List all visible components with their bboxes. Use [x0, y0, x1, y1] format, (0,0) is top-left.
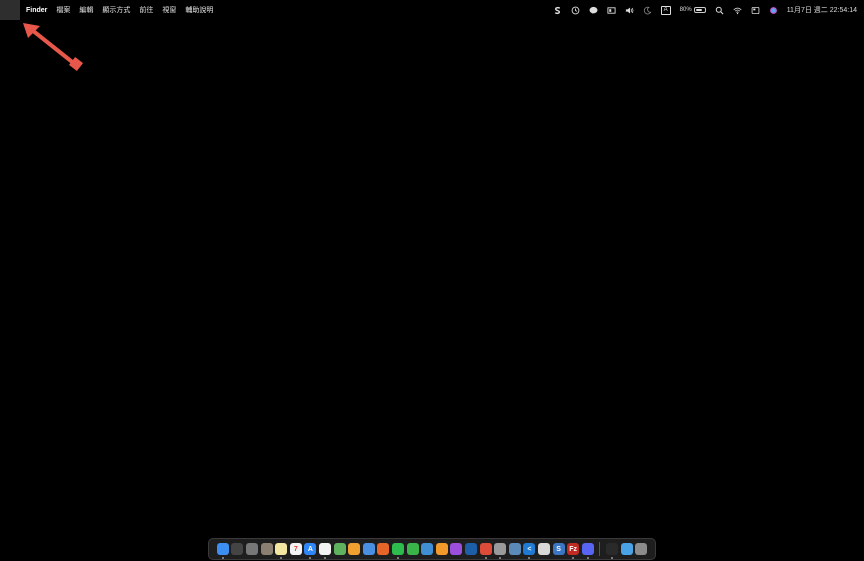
running-indicator — [324, 557, 327, 559]
input-source-icon[interactable]: A — [660, 0, 671, 20]
menu-bar: Finder 檔案 編輯 顯示方式 前往 視窗 輔助說明 A 80% 11月7日… — [0, 0, 864, 20]
menu-edit[interactable]: 編輯 — [79, 5, 93, 15]
dock-separator — [599, 542, 601, 556]
volume-icon[interactable] — [625, 0, 634, 20]
firefox-icon[interactable] — [377, 543, 390, 555]
menu-view[interactable]: 顯示方式 — [102, 5, 130, 15]
downloads-folder-icon[interactable] — [620, 543, 633, 555]
status-bar: A 80% 11月7日 週二 22:54:14 — [553, 0, 857, 20]
running-indicator — [610, 557, 613, 559]
screen-mirroring-icon[interactable] — [607, 0, 616, 20]
running-indicator — [221, 557, 224, 559]
trash-icon[interactable] — [635, 543, 648, 555]
keynote-icon[interactable] — [421, 543, 434, 555]
running-indicator — [280, 557, 283, 559]
xcode-icon[interactable] — [464, 543, 477, 555]
github-icon[interactable] — [537, 543, 550, 555]
running-indicator — [586, 557, 589, 559]
dock-extras — [605, 543, 648, 559]
running-indicator — [397, 557, 400, 559]
battery-percent: 80% — [679, 7, 692, 13]
reminders-icon[interactable] — [319, 543, 332, 559]
podcasts-icon[interactable] — [450, 543, 463, 555]
photos-icon[interactable] — [348, 543, 361, 555]
filezilla-glyph: Fz — [569, 545, 578, 553]
discord-icon[interactable] — [581, 543, 594, 559]
calendar-glyph: 7 — [293, 545, 298, 553]
numbers-icon[interactable] — [406, 543, 419, 555]
running-indicator — [499, 557, 502, 559]
photos-grid-icon[interactable] — [260, 543, 273, 555]
running-indicator — [309, 557, 312, 559]
chrome-icon[interactable] — [479, 543, 492, 559]
line-status-icon[interactable] — [589, 0, 598, 20]
control-center-icon[interactable] — [751, 0, 760, 20]
scrivener-icon[interactable]: S — [552, 543, 565, 555]
wifi-icon[interactable] — [733, 0, 742, 20]
launchpad-icon[interactable] — [246, 543, 259, 555]
app-menus: Finder 檔案 編輯 顯示方式 前往 視窗 輔助說明 — [26, 5, 222, 15]
vscode-glyph: < — [527, 545, 532, 553]
dock: 7 A < S Fz — [208, 538, 656, 560]
mission-control-icon[interactable] — [231, 543, 244, 555]
battery-level-fill — [695, 9, 703, 11]
menu-file[interactable]: 檔案 — [56, 5, 70, 15]
finder-icon[interactable] — [216, 543, 229, 559]
battery-icon — [693, 7, 706, 13]
calendar-icon[interactable]: 7 — [289, 543, 302, 555]
battery-status[interactable]: 80% — [680, 7, 706, 13]
input-source-label: A — [660, 5, 671, 15]
dock-apps: 7 A < S Fz — [216, 543, 594, 559]
terminal-icon[interactable] — [605, 543, 618, 559]
annotation-arrow-icon — [20, 20, 90, 78]
running-indicator — [572, 557, 575, 559]
line-icon[interactable] — [392, 543, 405, 559]
notes-icon[interactable] — [275, 543, 288, 559]
settings-icon[interactable] — [494, 543, 507, 559]
app-store-icon[interactable]: A — [304, 543, 317, 559]
scrivener-glyph: S — [556, 545, 561, 553]
maps-icon[interactable] — [333, 543, 346, 555]
preview-icon[interactable] — [508, 543, 521, 555]
chrome-profile-icon[interactable] — [362, 543, 375, 555]
spotlight-search-icon[interactable] — [715, 0, 724, 20]
night-shift-icon[interactable] — [643, 0, 652, 20]
running-indicator — [484, 557, 487, 559]
menu-go[interactable]: 前往 — [139, 5, 153, 15]
clock[interactable]: 11月7日 週二 22:54:14 — [787, 5, 857, 15]
pages-icon[interactable] — [435, 543, 448, 555]
vscode-icon[interactable]: < — [523, 543, 536, 559]
filezilla-icon[interactable]: Fz — [567, 543, 580, 559]
app-store-glyph: A — [307, 545, 313, 553]
menu-app-name[interactable]: Finder — [26, 7, 47, 14]
time-machine-icon[interactable] — [571, 0, 580, 20]
apple-menu-button[interactable] — [0, 0, 20, 20]
scrivener-status-icon[interactable] — [553, 0, 562, 20]
siri-icon[interactable] — [769, 0, 778, 20]
running-indicator — [528, 557, 531, 559]
menu-window[interactable]: 視窗 — [162, 5, 176, 15]
menu-help[interactable]: 輔助說明 — [185, 5, 213, 15]
